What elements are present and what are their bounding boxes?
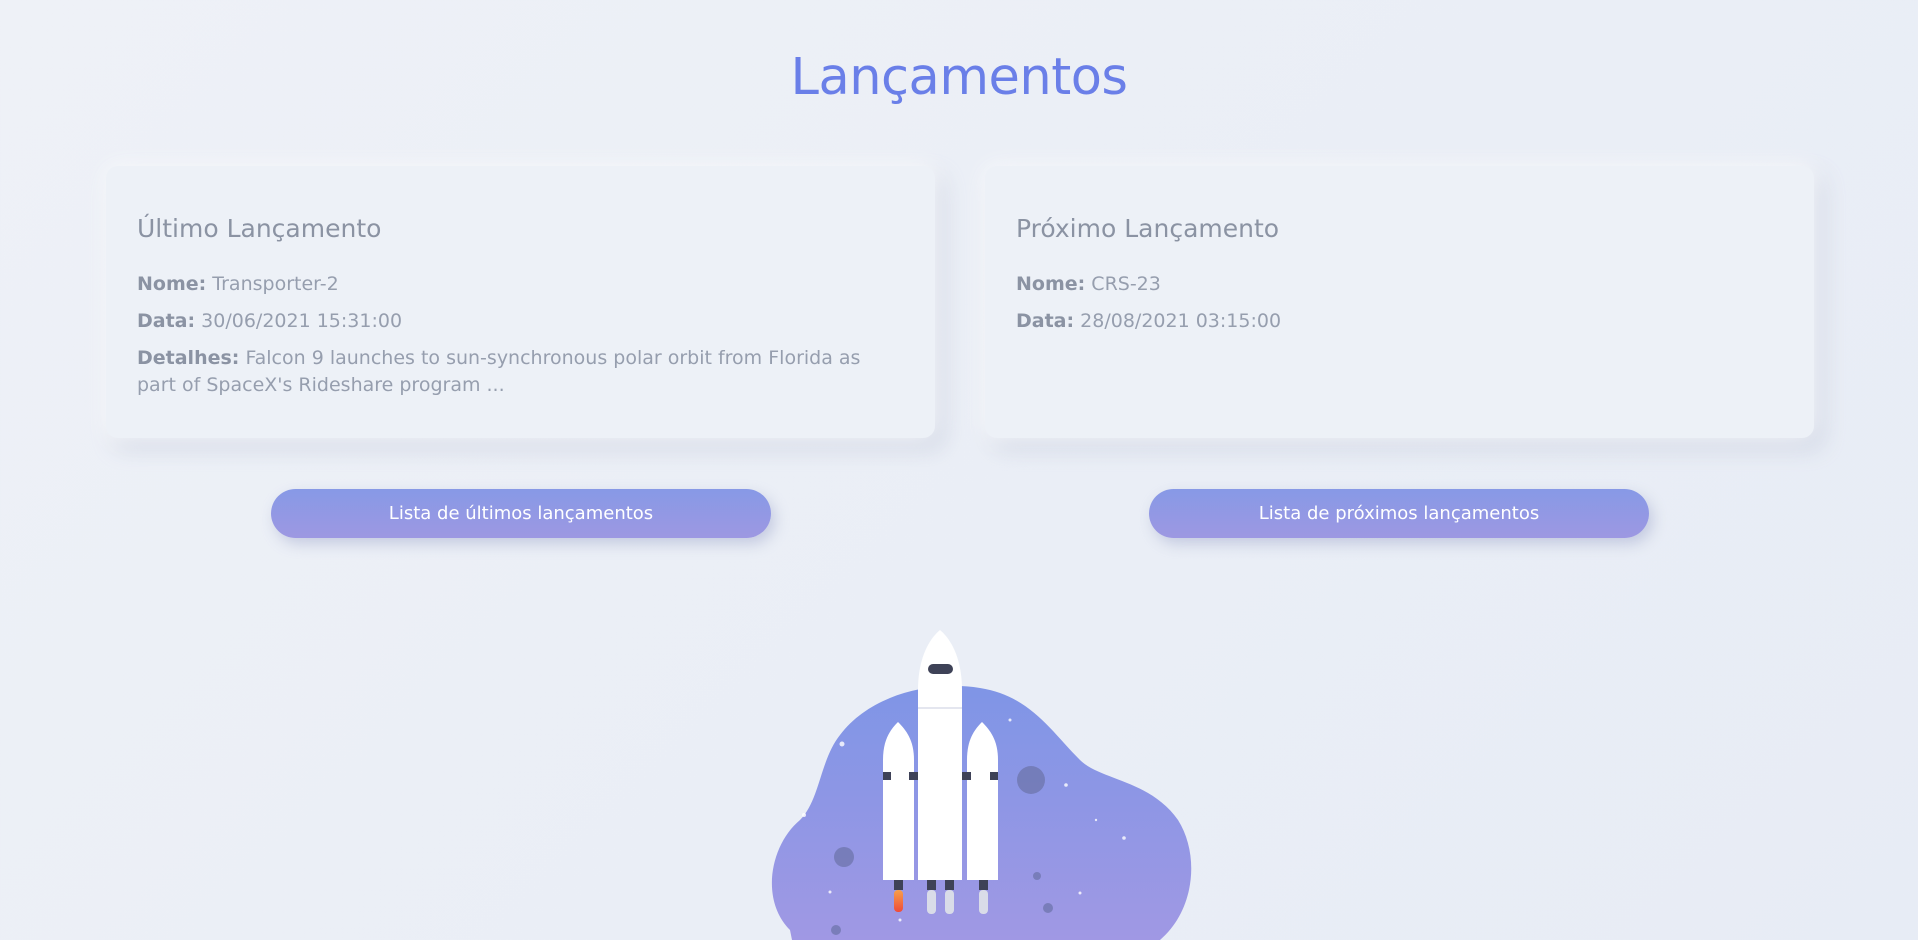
- next-launch-date-value: 28/08/2021 03:15:00: [1080, 310, 1282, 332]
- left-booster: [883, 722, 914, 880]
- rocket-window: [928, 664, 953, 674]
- last-launch-date-label: Data:: [137, 310, 196, 332]
- next-launch-name-label: Nome:: [1016, 273, 1086, 295]
- planet-large: [1017, 766, 1045, 794]
- next-launch-title: Próximo Lançamento: [1016, 214, 1280, 243]
- last-launch-details-row: Detalhes: Falcon 9 launches to sun-synch…: [137, 345, 904, 399]
- last-launch-date-row: Data: 30/06/2021 15:31:00: [137, 308, 904, 335]
- next-launch-date-row: Data: 28/08/2021 03:15:00: [1016, 308, 1783, 335]
- last-launch-details-value: Falcon 9 launches to sun-synchronous pol…: [137, 347, 861, 396]
- right-booster: [967, 722, 998, 880]
- last-launch-name-value: Transporter-2: [212, 273, 339, 295]
- rocket-launch-illustration: [700, 630, 1220, 940]
- last-launch-name-label: Nome:: [137, 273, 207, 295]
- last-launch-title: Último Lançamento: [137, 214, 382, 243]
- flame: [894, 890, 903, 912]
- rocket-launch-icon: [771, 630, 1192, 940]
- past-launches-list-button[interactable]: Lista de últimos lançamentos: [271, 489, 771, 538]
- next-launch-card: Próximo Lançamento Nome: CRS-23 Data: 28…: [985, 166, 1814, 438]
- next-launch-name-value: CRS-23: [1091, 273, 1161, 295]
- next-launch-name-row: Nome: CRS-23: [1016, 271, 1783, 298]
- page-title: Lançamentos: [790, 48, 1128, 107]
- last-launch-details-label: Detalhes:: [137, 347, 240, 369]
- last-launch-date-value: 30/06/2021 15:31:00: [201, 310, 403, 332]
- planet-left: [834, 847, 854, 867]
- next-launch-date-label: Data:: [1016, 310, 1075, 332]
- last-launch-card: Último Lançamento Nome: Transporter-2 Da…: [106, 166, 935, 438]
- upcoming-launches-list-button[interactable]: Lista de próximos lançamentos: [1149, 489, 1649, 538]
- last-launch-name-row: Nome: Transporter-2: [137, 271, 904, 298]
